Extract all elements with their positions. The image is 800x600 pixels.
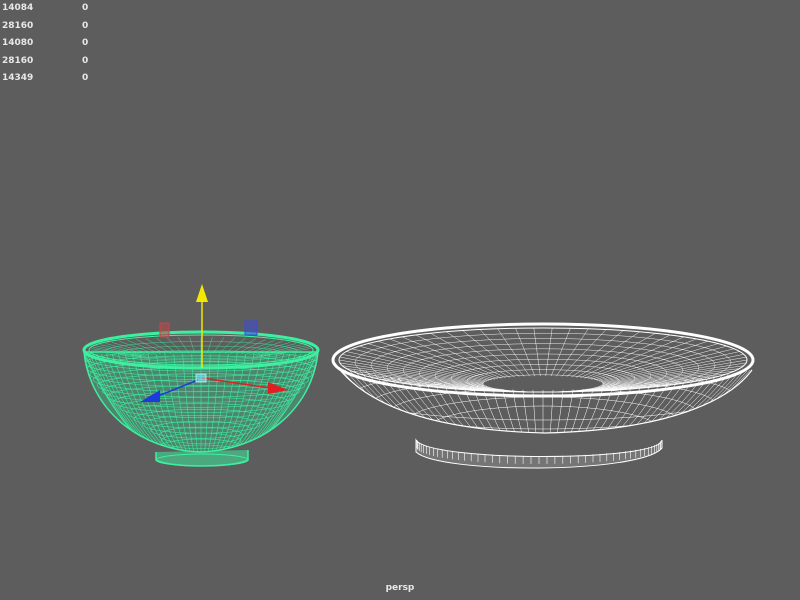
center-handle[interactable]: [195, 373, 207, 383]
plate-mesh[interactable]: [331, 322, 755, 469]
bowl-mesh[interactable]: [82, 330, 320, 467]
y-axis-arrow-icon[interactable]: [196, 284, 208, 302]
xy-plane-handle[interactable]: [159, 322, 170, 338]
scene-canvas[interactable]: [0, 0, 800, 600]
yz-plane-handle[interactable]: [244, 320, 258, 336]
camera-name-label: persp: [385, 583, 415, 593]
perspective-viewport[interactable]: 14084 0 28160 0 14080 0 28160 0 14349 0: [0, 0, 800, 600]
